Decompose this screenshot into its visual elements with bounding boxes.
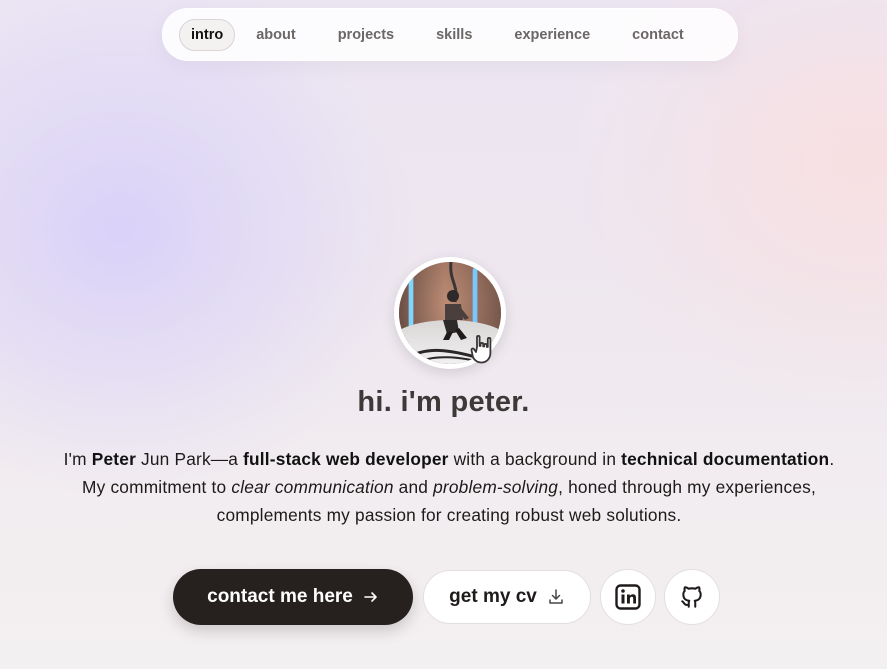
nav-item-projects[interactable]: projects [327, 19, 405, 51]
download-cv-label: get my cv [449, 586, 537, 607]
contact-button[interactable]: contact me here [173, 569, 413, 625]
nav-item-intro[interactable]: intro [179, 18, 236, 51]
linkedin-icon [615, 584, 641, 610]
bio-name: Peter [91, 449, 136, 469]
bio-value-communication: clear communication [231, 477, 394, 497]
avatar [394, 257, 506, 369]
github-icon [679, 584, 705, 610]
nav-item-about[interactable]: about [245, 19, 306, 51]
download-icon [547, 588, 565, 606]
rock-hand-icon [470, 335, 492, 364]
bio-value-problem-solving: problem-solving [433, 477, 559, 497]
nav-item-skills[interactable]: skills [425, 19, 483, 51]
top-nav: intro about projects skills experience c… [162, 8, 738, 61]
bio-background: technical documentation [621, 449, 830, 469]
download-cv-button[interactable]: get my cv [423, 570, 591, 624]
github-button[interactable] [664, 569, 720, 625]
bio-text: I'm [63, 449, 92, 469]
nav-item-experience[interactable]: experience [503, 19, 601, 51]
bio-text: and [393, 477, 434, 497]
bio-text: with a background in [448, 449, 622, 469]
linkedin-button[interactable] [600, 569, 656, 625]
contact-button-label: contact me here [207, 586, 353, 607]
hero-headline: hi. i'm peter. [357, 386, 530, 418]
bio-text: Jun Park—a [136, 449, 244, 469]
hero-bio: I'm Peter Jun Park—a full-stack web deve… [62, 445, 836, 529]
nav-item-contact[interactable]: contact [621, 19, 695, 51]
bio-role: full-stack web developer [243, 449, 449, 469]
arrow-right-icon [363, 589, 379, 605]
